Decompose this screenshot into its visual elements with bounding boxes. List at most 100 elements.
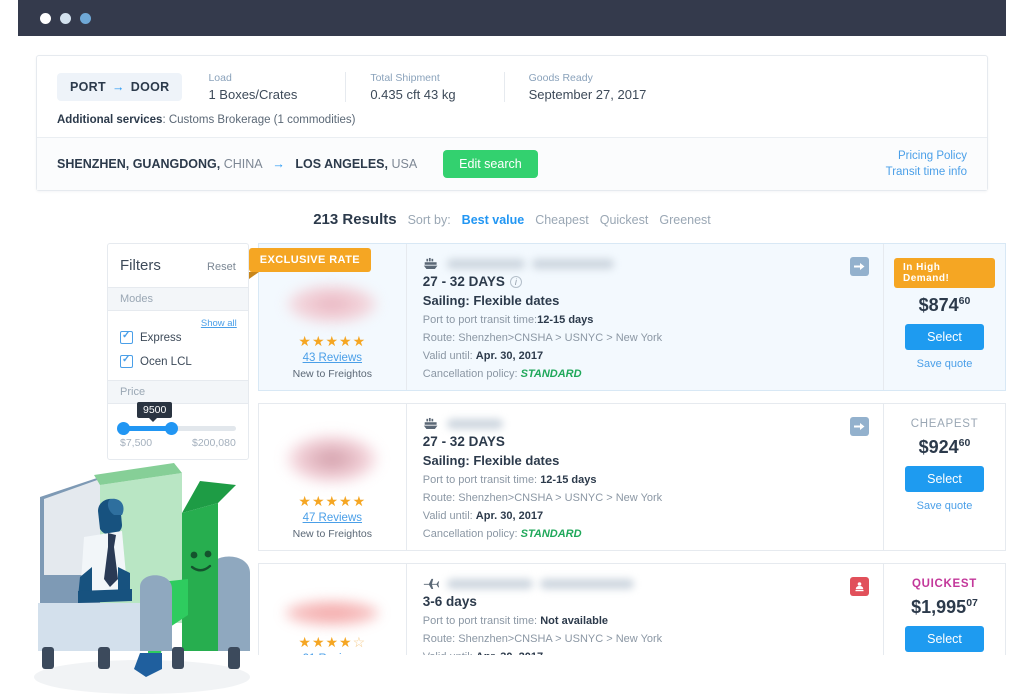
valid-label: Valid until: <box>422 510 473 522</box>
result-card[interactable]: ★★★★★ 47 Reviews New to Freightos 27 - 3… <box>257 403 1006 551</box>
pricing-policy-link[interactable]: Pricing Policy <box>886 148 967 164</box>
transit-value: 12-15 days <box>540 474 597 486</box>
sort-option-quickest[interactable]: Quickest <box>600 213 649 227</box>
total-shipment-value: 0.435 cft 43 kg <box>370 87 456 102</box>
select-button[interactable]: Select <box>905 626 984 652</box>
price-main: $1,995 <box>911 597 967 617</box>
destination-country: USA <box>391 157 418 171</box>
slider-handle-min[interactable] <box>117 422 130 435</box>
detail-column: 27 - 32 DAYS i Sailing: Flexible dates P… <box>407 244 883 390</box>
summary-field-load: Load 1 Boxes/Crates <box>208 72 321 102</box>
origin-country: CHINA <box>223 157 262 171</box>
transit-days: 27 - 32 DAYS i <box>423 274 867 289</box>
goods-ready-label: Goods Ready <box>528 72 593 84</box>
slider-handle-max[interactable] <box>165 422 179 435</box>
additional-services-label: Additional services <box>57 114 163 126</box>
carrier-name-line <box>423 257 867 270</box>
sort-option-cheapest[interactable]: Cheapest <box>535 213 589 227</box>
mode-to: DOOR <box>130 80 170 94</box>
white-dot-icon[interactable] <box>40 12 51 24</box>
checkbox-checked-icon[interactable] <box>120 354 133 368</box>
slider-labels: $7,500 $200,080 <box>120 437 236 449</box>
carrier-name-line <box>423 577 867 590</box>
port-transit-time: Port to port transit time:12-15 days <box>423 314 867 326</box>
transit-days: 3-6 days <box>423 594 867 609</box>
cancellation-policy: Cancellation policy: STANDARD <box>423 528 867 540</box>
filter-section-modes-header: Modes <box>108 287 248 311</box>
summary-fields-row: PORT → DOOR Load 1 Boxes/Crates Total Sh… <box>57 72 967 102</box>
cancellation-value: STANDARD <box>520 528 582 540</box>
carrier-subname-redacted <box>539 578 634 589</box>
hazard-icon[interactable] <box>850 577 869 596</box>
filters-reset-button[interactable]: Reset <box>207 261 236 273</box>
price-min-label: $7,500 <box>120 437 153 449</box>
edit-search-button[interactable]: Edit search <box>443 150 538 178</box>
results-sort-bar: 213 Results Sort by: Best value Cheapest… <box>18 211 1006 228</box>
route-info: Route: Shenzhen>CNSHA > USNYC > New York <box>422 332 663 344</box>
additional-services-value: : Customs Brokerage (1 commodities) <box>162 114 356 126</box>
shipment-mode-pill[interactable]: PORT → DOOR <box>57 73 183 101</box>
blue-dot-icon[interactable] <box>80 12 91 24</box>
search-summary-card: PORT → DOOR Load 1 Boxes/Crates Total Sh… <box>36 55 988 191</box>
valid-value: Apr. 30, 2017 <box>476 651 543 655</box>
origin-city: SHENZHEN, GUANGDONG, <box>57 157 221 171</box>
sort-option-greenest[interactable]: Greenest <box>659 213 710 227</box>
reviews-link[interactable]: 43 Reviews <box>303 352 362 364</box>
price-badge-high-demand: In High Demand! <box>894 258 995 288</box>
info-icon[interactable]: i <box>509 275 522 288</box>
detail-column: 27 - 32 DAYS Sailing: Flexible dates Por… <box>407 404 883 550</box>
grey-dot-icon[interactable] <box>60 12 71 24</box>
select-button[interactable]: Select <box>905 324 984 350</box>
arrow-right-icon[interactable] <box>850 417 869 436</box>
transit-label: Port to port transit time: <box>422 615 538 627</box>
price-cents: 60 <box>958 437 971 449</box>
price-cents: 60 <box>958 295 971 307</box>
price-label-cheapest: CHEAPEST <box>910 418 979 430</box>
window-titlebar <box>18 0 1006 36</box>
port-transit-time: Port to port transit time: 12-15 days <box>423 474 867 486</box>
load-label: Load <box>208 72 232 84</box>
mode-arrow-icon: → <box>111 80 125 94</box>
sort-option-best-value[interactable]: Best value <box>462 213 525 227</box>
slider-track[interactable] <box>117 422 236 435</box>
carrier-subname-redacted <box>531 258 614 269</box>
sailing-info: Sailing: Flexible dates <box>422 293 560 308</box>
price-column: CHEAPEST $92460 Select Save quote <box>883 404 1005 550</box>
ship-icon <box>423 417 438 430</box>
filter-checkbox-express[interactable]: Express <box>120 330 236 344</box>
exclusive-rate-ribbon: EXCLUSIVE RATE <box>248 248 371 279</box>
checkbox-checked-icon[interactable] <box>120 330 133 344</box>
transit-time-info-link[interactable]: Transit time info <box>886 164 967 180</box>
result-card[interactable]: ★★★★☆ 21 Reviews 10+ Freightos Shipments <box>257 563 1006 655</box>
save-quote-link[interactable]: Save quote <box>917 358 973 370</box>
valid-label: Valid until: <box>422 350 473 362</box>
total-shipment-label: Total Shipment <box>370 72 440 84</box>
price-label-quickest: QUICKEST <box>911 578 978 590</box>
transit-days-value: 27 - 32 DAYS <box>422 274 505 289</box>
filter-section-price-header: Price <box>108 380 248 404</box>
screenshot-root: PORT → DOOR Load 1 Boxes/Crates Total Sh… <box>0 0 1024 696</box>
results-list: EXCLUSIVE RATE ★★★★★ 43 Reviews New to F… <box>248 243 1006 655</box>
result-card[interactable]: EXCLUSIVE RATE ★★★★★ 43 Reviews New to F… <box>248 243 1006 391</box>
cancellation-label: Cancellation policy: <box>422 528 518 540</box>
cancellation-label: Cancellation policy: <box>422 368 518 380</box>
filter-label-ocean-lcl: Ocen LCL <box>140 355 192 368</box>
filter-checkbox-ocean-lcl[interactable]: Ocen LCL <box>120 354 236 368</box>
sailing-info: Sailing: Flexible dates <box>422 453 560 468</box>
valid-label: Valid until: <box>423 651 473 655</box>
route-info: Route: Shenzhen>CNSHA > USNYC > New York <box>422 633 663 645</box>
select-button[interactable]: Select <box>905 466 984 492</box>
price-column: QUICKEST $1,99507 Select Save quote <box>883 564 1005 655</box>
show-all-modes-link[interactable]: Show all <box>201 318 237 329</box>
transit-label: Port to port transit time: <box>422 314 538 326</box>
transit-days: 27 - 32 DAYS <box>423 434 867 449</box>
save-quote-link[interactable]: Save quote <box>917 500 973 512</box>
arrow-right-icon[interactable] <box>850 257 869 276</box>
price-max-label: $200,080 <box>192 437 236 449</box>
policy-links: Pricing Policy Transit time info <box>886 148 967 180</box>
price-column: In High Demand! $87460 Select Save quote <box>883 244 1005 390</box>
summary-field-goods-ready: Goods Ready September 27, 2017 <box>503 72 671 102</box>
mode-from: PORT <box>70 80 106 94</box>
price-range-slider[interactable]: 9500 $7,500 $200,080 <box>108 402 248 459</box>
summary-top: PORT → DOOR Load 1 Boxes/Crates Total Sh… <box>37 56 987 137</box>
